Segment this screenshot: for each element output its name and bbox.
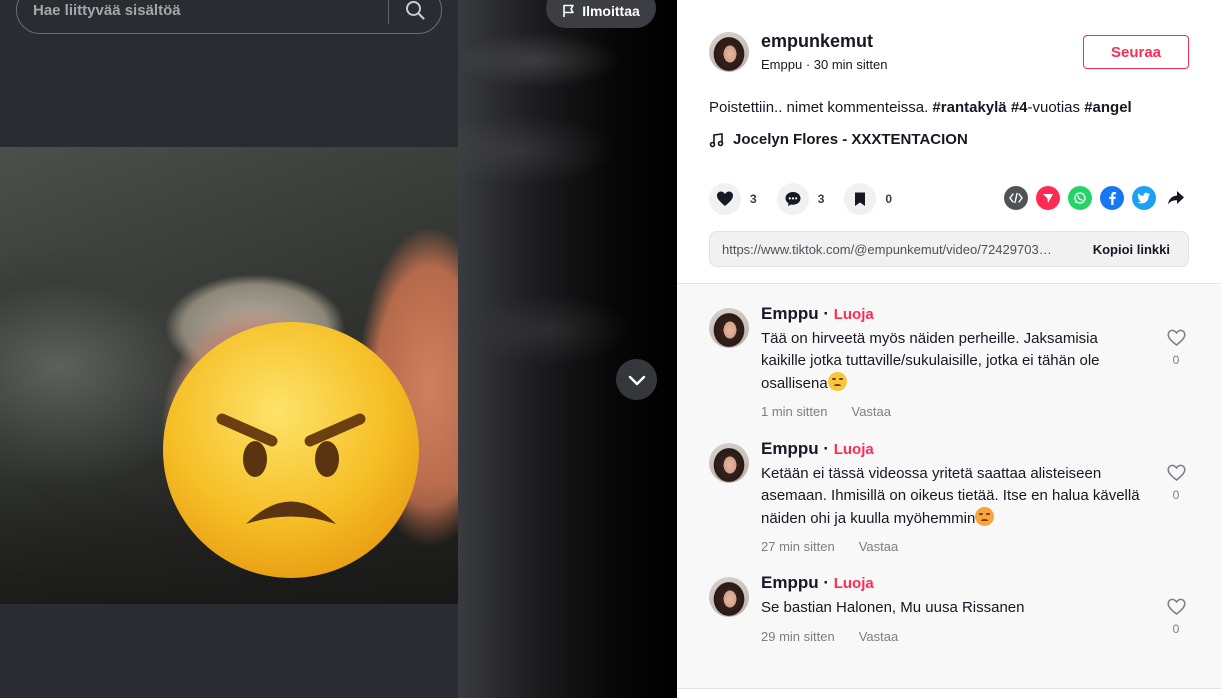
save-count: 0 <box>885 192 893 206</box>
author-meta: Emppu · 30 min sitten <box>761 57 887 72</box>
heart-outline-icon <box>1166 464 1186 481</box>
follow-button[interactable]: Seuraa <box>1083 35 1189 69</box>
author-avatar[interactable] <box>709 32 749 72</box>
comment-header: Emppu · Luoja <box>761 304 874 324</box>
header-dot: · <box>818 573 834 592</box>
comment-action[interactable]: 3 <box>776 183 825 215</box>
save-action[interactable]: 0 <box>844 183 892 215</box>
comment-body: Tää on hirveetä myös näiden perheille. J… <box>761 330 1100 392</box>
comment-button[interactable] <box>776 183 809 215</box>
comment-meta: 1 min sitten Vastaa <box>761 404 891 419</box>
hashtag-link[interactable]: #rantakylä <box>932 99 1006 116</box>
meta-separator: · <box>802 57 814 72</box>
comment-header: Emppu · Luoja <box>761 573 874 593</box>
comment-meta: 29 min sitten Vastaa <box>761 629 898 644</box>
caption-text: Poistettiin.. nimet kommenteissa. <box>709 99 933 116</box>
like-count: 3 <box>750 192 757 206</box>
commenter-avatar[interactable] <box>709 443 749 483</box>
music-title: Jocelyn Flores - XXXTENTACION <box>733 131 968 148</box>
share-arrow-icon[interactable] <box>1164 186 1188 210</box>
music-link[interactable]: Jocelyn Flores - XXXTENTACION <box>709 131 968 148</box>
commenter-name[interactable]: Emppu <box>761 304 819 323</box>
twitter-icon[interactable] <box>1132 186 1156 210</box>
next-video-button[interactable] <box>616 359 657 400</box>
comment-count: 3 <box>817 192 825 206</box>
video-player: Ilmoittaa <box>0 0 677 698</box>
details-panel: empunkemut Emppu · 30 min sitten Seuraa … <box>677 0 1221 698</box>
video-url[interactable]: https://www.tiktok.com/@empunkemut/video… <box>710 242 1081 257</box>
comment-bubble-icon <box>785 192 801 206</box>
angry-face-emoji-icon <box>163 322 419 578</box>
like-button[interactable] <box>709 183 741 215</box>
comment-time: 27 min sitten <box>761 539 835 554</box>
bookmark-icon <box>855 192 866 206</box>
search-input[interactable] <box>17 0 388 33</box>
comment-body: Se bastian Halonen, Mu uusa Rissanen <box>761 599 1025 616</box>
comment-meta: 27 min sitten Vastaa <box>761 539 898 554</box>
video-info-header: empunkemut Emppu · 30 min sitten Seuraa … <box>677 0 1221 284</box>
commenter-name[interactable]: Emppu <box>761 573 819 592</box>
comment-like-count: 0 <box>1172 622 1180 636</box>
steam-face-icon <box>975 507 995 526</box>
video-link-box: https://www.tiktok.com/@empunkemut/video… <box>709 231 1189 267</box>
reply-button[interactable]: Vastaa <box>859 629 899 644</box>
disappointed-face-icon <box>827 372 847 391</box>
comment-time: 29 min sitten <box>761 629 835 644</box>
comment-text: Ketään ei tässä videossa yritetä saattaa… <box>761 463 1143 530</box>
post-time: 30 min sitten <box>813 57 888 72</box>
flag-icon <box>563 4 575 17</box>
commenter-avatar[interactable] <box>709 308 749 348</box>
heart-icon <box>717 191 733 206</box>
whatsapp-icon[interactable] <box>1068 186 1092 210</box>
like-action[interactable]: 3 <box>709 183 757 215</box>
commenter-avatar[interactable] <box>709 577 749 617</box>
reply-button[interactable]: Vastaa <box>851 404 891 419</box>
report-label: Ilmoittaa <box>582 3 640 19</box>
search-button[interactable] <box>389 0 441 33</box>
report-button[interactable]: Ilmoittaa <box>546 0 656 28</box>
comment-header: Emppu · Luoja <box>761 439 874 459</box>
comment-like-count: 0 <box>1172 488 1180 502</box>
video-frame[interactable] <box>0 147 458 604</box>
comment-like[interactable]: 0 <box>1165 598 1187 636</box>
search-icon <box>406 1 425 20</box>
creator-badge: Luoja <box>833 441 874 458</box>
creator-badge: Luoja <box>833 575 874 592</box>
caption-text: -vuotias <box>1027 99 1085 116</box>
heart-outline-icon <box>1166 598 1186 615</box>
comment-text: Tää on hirveetä myös näiden perheille. J… <box>761 328 1143 395</box>
header-dot: · <box>818 304 834 323</box>
hashtag-link[interactable]: #angel <box>1084 99 1132 116</box>
save-button[interactable] <box>844 183 877 215</box>
comment-time: 1 min sitten <box>761 404 828 419</box>
author-username[interactable]: empunkemut <box>761 31 873 52</box>
comment-like-count: 0 <box>1172 353 1180 367</box>
video-blur-background <box>458 0 677 698</box>
commenter-name[interactable]: Emppu <box>761 439 819 458</box>
comments-list: Emppu · Luoja Tää on hirveetä myös näide… <box>677 285 1221 689</box>
send-icon[interactable] <box>1036 186 1060 210</box>
music-note-icon <box>709 132 724 147</box>
header-dot: · <box>818 439 834 458</box>
embed-icon[interactable] <box>1004 186 1028 210</box>
hashtag-link[interactable]: #4 <box>1011 99 1028 116</box>
copy-link-button[interactable]: Kopioi linkki <box>1081 242 1188 257</box>
creator-badge: Luoja <box>833 306 874 323</box>
video-caption: Poistettiin.. nimet kommenteissa. #ranta… <box>709 99 1132 116</box>
comment-body: Ketään ei tässä videossa yritetä saattaa… <box>761 465 1140 527</box>
facebook-icon[interactable] <box>1100 186 1124 210</box>
search-box <box>16 0 442 34</box>
share-icons <box>1004 186 1188 210</box>
reply-button[interactable]: Vastaa <box>859 539 899 554</box>
author-display-name: Emppu <box>761 57 803 72</box>
comment-like[interactable]: 0 <box>1165 464 1187 502</box>
comment-text: Se bastian Halonen, Mu uusa Rissanen <box>761 597 1143 619</box>
heart-outline-icon <box>1166 329 1186 346</box>
chevron-down-icon <box>628 375 645 385</box>
comment-like[interactable]: 0 <box>1165 329 1187 367</box>
action-bar: 3 3 0 <box>709 182 912 216</box>
